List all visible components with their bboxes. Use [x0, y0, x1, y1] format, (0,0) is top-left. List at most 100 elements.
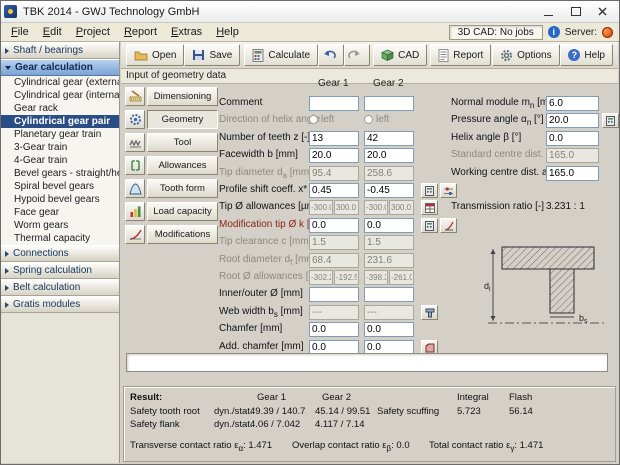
sidebar-item-thermal-capacity[interactable]: Thermal capacity [1, 232, 119, 245]
safety-flank-gear2-value: 4.117 / 7.14 [315, 419, 364, 430]
chevron-right-icon [5, 268, 9, 274]
tooth-form-button[interactable]: Tooth form [147, 179, 218, 198]
menu-file[interactable]: File [4, 24, 36, 40]
chamfer-gear1-input[interactable] [309, 322, 359, 337]
help-button[interactable]: ? Help [560, 44, 613, 66]
teeth-gear1-input[interactable] [309, 131, 359, 146]
normal-module-label: Normal module mn [mm] [451, 97, 559, 110]
safety-tooth-root-label: Safety tooth root [130, 406, 200, 417]
cad-status: 3D CAD: No jobs [449, 25, 543, 40]
geometry-button[interactable]: Geometry [147, 110, 218, 129]
facewidth-gear2-input[interactable] [364, 148, 414, 163]
comment-gear1-input[interactable] [309, 96, 359, 111]
web-width-gear2-input [364, 305, 414, 320]
profile-shift-gear2-input[interactable] [364, 183, 414, 198]
report-button[interactable]: Report [430, 44, 491, 66]
dimensioning-button[interactable]: Dimensioning [147, 87, 218, 106]
sidebar-item-planetary-gear-train[interactable]: Planetary gear train [1, 128, 119, 141]
maximize-icon [571, 7, 581, 16]
load-capacity-button[interactable]: Load capacity [147, 202, 218, 221]
menu-extras[interactable]: Extras [164, 24, 209, 40]
info-icon[interactable]: i [548, 26, 560, 38]
sidebar-section-gear-calculation[interactable]: Gear calculation [1, 59, 119, 76]
tip-allowance-table-button[interactable] [421, 200, 438, 215]
help-icon: ? [568, 49, 580, 61]
helix-left-radio-gear2: left [364, 114, 389, 125]
sidebar-item-bevel-gears[interactable]: Bevel gears - straight/helical [1, 167, 119, 180]
web-width-sketch-button[interactable] [421, 305, 438, 320]
inner-outer-diameter-label: Inner/outer Ø [mm] [219, 288, 303, 299]
close-icon [598, 7, 607, 16]
sidebar: Shaft / bearings Gear calculation Cylind… [1, 42, 120, 463]
sidebar-section-connections[interactable]: Connections [1, 245, 119, 262]
tip-allowance-gear1-lower-input [334, 200, 359, 215]
working-centre-distance-input[interactable] [546, 166, 599, 181]
main-toolbar: Open Save Calculate CAD [121, 42, 618, 69]
sidebar-item-cylindrical-gear-pair[interactable]: Cylindrical gear pair [1, 115, 119, 128]
sidebar-section-gratis-modules[interactable]: Gratis modules [1, 296, 119, 313]
sidebar-section-spring-calculation[interactable]: Spring calculation [1, 262, 119, 279]
safety-scuffing-integral-value: 5.723 [457, 406, 481, 417]
sidebar-section-belt-calculation[interactable]: Belt calculation [1, 279, 119, 296]
gear2-column-header: Gear 2 [373, 78, 404, 89]
menu-help[interactable]: Help [209, 24, 246, 40]
allowances-button[interactable]: Allowances [147, 156, 218, 175]
sidebar-item-face-gear[interactable]: Face gear [1, 206, 119, 219]
undo-button[interactable] [318, 44, 344, 66]
modification-tip-calculator-button[interactable] [421, 218, 438, 233]
profile-shift-calculator-button[interactable] [421, 183, 438, 198]
menu-edit[interactable]: Edit [36, 24, 69, 40]
sidebar-item-hypoid-bevel-gears[interactable]: Hypoid bevel gears [1, 193, 119, 206]
safety-tooth-root-mode: dyn./stat. [214, 406, 253, 417]
chamfer-gear2-input[interactable] [364, 322, 414, 337]
profile-shift-balance-button[interactable] [440, 183, 457, 198]
sidebar-item-spiral-bevel-gears[interactable]: Spiral bevel gears [1, 180, 119, 193]
sidebar-item-4-gear-train[interactable]: 4-Gear train [1, 154, 119, 167]
sidebar-section-shaft-bearings[interactable]: Shaft / bearings [1, 42, 119, 59]
sidebar-item-cylindrical-gear-external[interactable]: Cylindrical gear (external) [1, 76, 119, 89]
tip-diameter-gear1-input [309, 166, 359, 181]
calculate-button[interactable]: Calculate [244, 44, 318, 66]
normal-module-input[interactable] [546, 96, 599, 111]
modification-tip-gear2-input[interactable] [364, 218, 414, 233]
minimize-button[interactable] [535, 3, 562, 21]
facewidth-gear1-input[interactable] [309, 148, 359, 163]
save-button[interactable]: Save [184, 44, 240, 66]
message-field[interactable] [126, 353, 608, 372]
menu-report[interactable]: Report [117, 24, 164, 40]
modifications-button[interactable]: Modifications [147, 225, 218, 244]
options-button[interactable]: Options [492, 44, 559, 66]
maximize-button[interactable] [562, 3, 589, 21]
helix-angle-input[interactable] [546, 131, 599, 146]
pressure-angle-calculator-button[interactable] [602, 113, 619, 128]
server-label: Server: [565, 27, 597, 38]
modification-tip-detail-button[interactable] [440, 218, 457, 233]
teeth-gear2-input[interactable] [364, 131, 414, 146]
pressure-angle-input[interactable] [546, 113, 599, 128]
sketch-icon [425, 308, 435, 318]
close-button[interactable] [589, 3, 616, 21]
transmission-ratio-value: 3.231 : 1 [546, 201, 585, 212]
allowances-icon [125, 156, 145, 175]
sidebar-item-cylindrical-gear-internal[interactable]: Cylindrical gear (internal) [1, 89, 119, 102]
modification-tip-gear1-input[interactable] [309, 218, 359, 233]
sidebar-item-gear-rack[interactable]: Gear rack [1, 102, 119, 115]
tool-button[interactable]: Tool [147, 133, 218, 152]
radio-icon [364, 115, 373, 124]
inner-outer-gear1-input[interactable] [309, 287, 359, 302]
open-button[interactable]: Open [126, 44, 184, 66]
sidebar-item-3-gear-train[interactable]: 3-Gear train [1, 141, 119, 154]
cad-button[interactable]: CAD [373, 44, 427, 66]
report-icon [438, 49, 449, 62]
inner-outer-gear2-input[interactable] [364, 287, 414, 302]
sidebar-item-worm-gears[interactable]: Worm gears [1, 219, 119, 232]
redo-button[interactable] [344, 44, 370, 66]
sidebar-gear-items: Cylindrical gear (external) Cylindrical … [1, 76, 119, 245]
comment-gear2-input[interactable] [364, 96, 414, 111]
menu-project[interactable]: Project [69, 24, 117, 40]
app-icon [4, 5, 17, 18]
profile-shift-gear1-input[interactable] [309, 183, 359, 198]
root-diameter-gear1-input [309, 253, 359, 268]
comment-label: Comment [219, 97, 262, 108]
root-allowance-gear2-lower-input [389, 270, 414, 285]
